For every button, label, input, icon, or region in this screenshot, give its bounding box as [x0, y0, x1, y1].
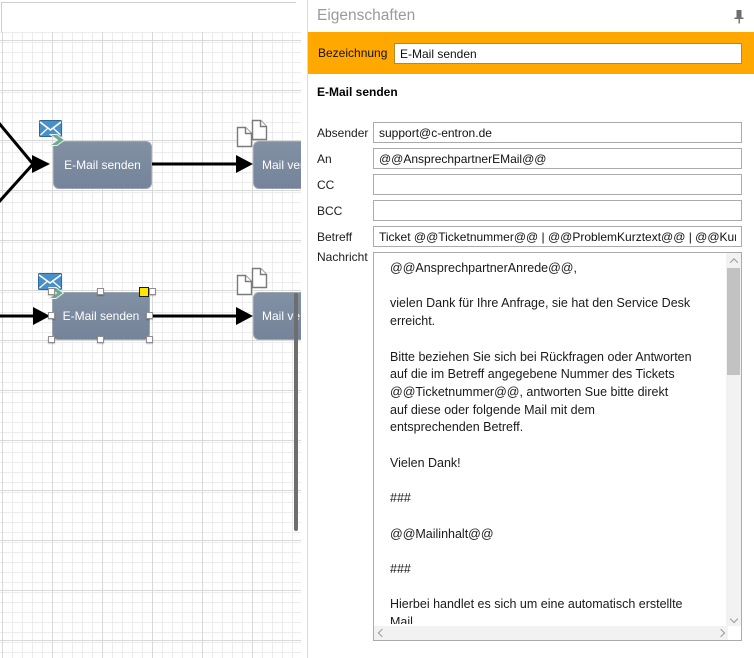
node-email-senden-bottom-selected[interactable]: E-Mail senden — [52, 292, 150, 340]
node-mail-verschicken-top[interactable]: Mail ver — [253, 141, 301, 189]
section-heading: E-Mail senden — [317, 85, 398, 99]
panel-header: Eigenschaften — [308, 0, 754, 32]
vertical-scrollbar-thumb[interactable] — [727, 268, 740, 375]
bezeichnung-label: Bezeichnung — [318, 46, 387, 60]
betreff-label: Betreff — [317, 230, 352, 244]
bcc-input[interactable] — [373, 200, 742, 221]
horizontal-scrollbar[interactable] — [374, 626, 728, 640]
node-email-senden-top[interactable]: E-Mail senden — [53, 141, 152, 189]
node-label: Mail ver — [262, 158, 301, 172]
an-input[interactable] — [373, 148, 742, 169]
selection-handle-yellow[interactable] — [139, 287, 149, 297]
selection-handle-bottom-center[interactable] — [97, 336, 104, 343]
canvas-scrollbar-thumb[interactable] — [294, 293, 298, 531]
selection-handle-top-center[interactable] — [97, 288, 104, 295]
selection-handle-bottom-left[interactable] — [48, 336, 55, 343]
bezeichnung-row: Bezeichnung — [308, 32, 754, 74]
node-label: E-Mail senden — [64, 158, 141, 172]
nachricht-textarea[interactable]: @@AnsprechpartnerAnrede@@, vielen Dank f… — [373, 252, 742, 641]
nachricht-label: Nachricht — [317, 250, 368, 264]
betreff-input[interactable] — [373, 226, 742, 247]
field-row-betreff: Betreff — [308, 226, 754, 247]
bezeichnung-input[interactable] — [394, 43, 742, 64]
selection-handle-top-right[interactable] — [149, 288, 156, 295]
bcc-label: BCC — [317, 204, 342, 218]
scroll-up-icon[interactable] — [727, 254, 740, 267]
scroll-right-icon[interactable] — [714, 626, 727, 639]
diagram-canvas[interactable]: E-Mail senden Mail ver E-Mail senden Mai… — [0, 0, 301, 658]
nachricht-text[interactable]: @@AnsprechpartnerAnrede@@, vielen Dank f… — [390, 260, 725, 624]
field-row-cc: CC — [308, 174, 754, 195]
selection-handle-top-left[interactable] — [48, 288, 55, 295]
panel-title: Eigenschaften — [317, 7, 415, 25]
cc-label: CC — [317, 178, 334, 192]
absender-label: Absender — [317, 126, 368, 140]
node-label: E-Mail senden — [63, 309, 140, 323]
selection-handle-bottom-right[interactable] — [146, 336, 153, 343]
field-row-an: An — [308, 148, 754, 169]
field-row-bcc: BCC — [308, 200, 754, 221]
app-window: E-Mail senden Mail ver E-Mail senden Mai… — [0, 0, 754, 658]
field-row-absender: Absender — [308, 122, 754, 143]
scroll-left-icon[interactable] — [375, 626, 388, 639]
an-label: An — [317, 152, 332, 166]
pin-icon[interactable] — [733, 9, 745, 24]
selection-handle-mid-right[interactable] — [146, 312, 153, 319]
cc-input[interactable] — [373, 174, 742, 195]
scroll-down-icon[interactable] — [727, 612, 740, 625]
selection-handle-mid-left[interactable] — [48, 312, 55, 319]
green-arrow-icon — [49, 133, 66, 147]
vertical-scrollbar[interactable] — [726, 253, 741, 626]
absender-input[interactable] — [373, 122, 742, 143]
properties-panel: Eigenschaften Bezeichnung E-Mail senden … — [307, 0, 754, 658]
